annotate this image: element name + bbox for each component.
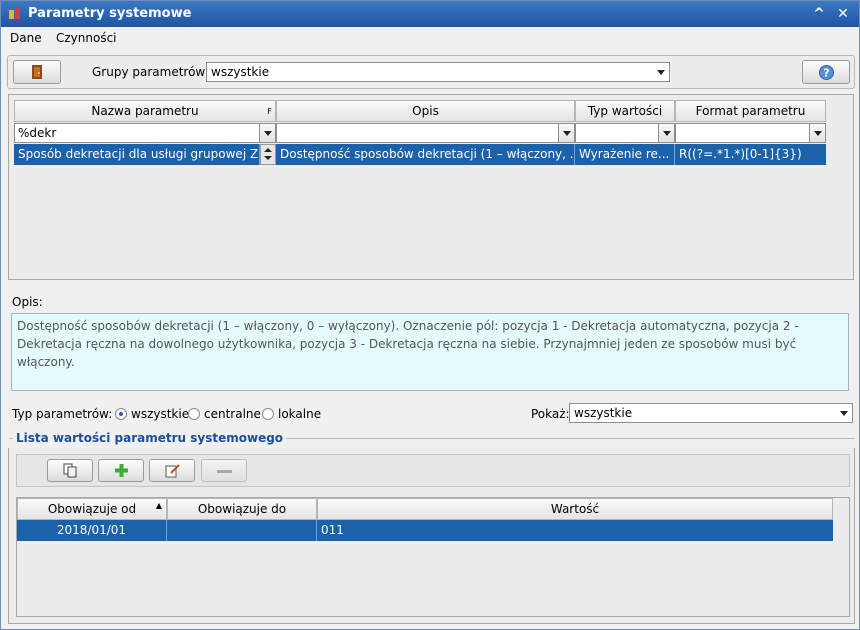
help-button[interactable]: ? bbox=[802, 60, 850, 84]
toolbar: Grupy parametrów: wszystkie ? bbox=[7, 55, 855, 89]
cell-to bbox=[167, 520, 317, 541]
col-header-format[interactable]: Format parametru bbox=[675, 100, 826, 122]
collapse-icon[interactable]: ^ bbox=[809, 4, 829, 24]
col-header-value[interactable]: Wartość bbox=[317, 498, 833, 520]
plus-icon bbox=[115, 464, 128, 477]
menu-czynnosci[interactable]: Czynności bbox=[56, 31, 117, 45]
groups-value: wszystkie bbox=[211, 65, 270, 79]
show-select[interactable]: wszystkie bbox=[569, 403, 853, 423]
filter-indicator-icon: F bbox=[267, 107, 272, 116]
col-header-to[interactable]: Obowiązuje do bbox=[167, 498, 317, 520]
cell-from: 2018/01/01 bbox=[17, 520, 167, 541]
radio-centralne-label: centralne bbox=[204, 407, 261, 421]
opis-text: Dostępność sposobów dekretacji (1 – włąc… bbox=[11, 313, 849, 391]
edit-icon bbox=[165, 464, 180, 478]
cell-name: Sposób dekretacji dla usługi grupowej Z1 bbox=[14, 144, 260, 165]
add-button[interactable] bbox=[98, 459, 144, 482]
col-header-from[interactable]: Obowiązuje od ▲ bbox=[17, 498, 167, 520]
main-window: Parametry systemowe ^ ✕ Dane Czynności G… bbox=[0, 0, 860, 630]
exit-button[interactable] bbox=[13, 60, 61, 84]
copy-button[interactable] bbox=[47, 459, 93, 482]
cell-format: R((?=.*1.*)[0-1]{3}) bbox=[679, 147, 802, 161]
values-table: Obowiązuje od ▲ Obowiązuje do Wartość 20… bbox=[16, 497, 850, 617]
window-title: Parametry systemowe bbox=[28, 6, 192, 21]
chevron-down-icon bbox=[840, 411, 848, 416]
chevron-down-icon[interactable] bbox=[558, 124, 574, 142]
col-header-name[interactable]: Nazwa parametru F bbox=[14, 100, 276, 122]
filter-type-input[interactable] bbox=[575, 123, 675, 143]
filter-name-value: %dekr bbox=[18, 126, 57, 140]
filter-desc-input[interactable] bbox=[276, 123, 575, 143]
menu-dane[interactable]: Dane bbox=[10, 31, 42, 45]
radio-wszystkie[interactable] bbox=[115, 408, 127, 420]
title-bar[interactable]: Parametry systemowe ^ ✕ bbox=[1, 1, 859, 27]
type-label: Typ parametrów: bbox=[12, 407, 113, 421]
radio-lokalne[interactable] bbox=[262, 408, 274, 420]
show-label: Pokaż: bbox=[531, 407, 570, 421]
remove-button[interactable] bbox=[201, 459, 247, 482]
filter-name-input[interactable]: %dekr bbox=[14, 123, 276, 143]
values-group-title: Lista wartości parametru systemowego bbox=[13, 431, 287, 445]
chevron-down-icon[interactable] bbox=[809, 124, 825, 142]
help-icon: ? bbox=[819, 65, 834, 80]
groups-select[interactable]: wszystkie bbox=[206, 62, 670, 82]
filter-format-input[interactable] bbox=[675, 123, 826, 143]
table-row[interactable]: Sposób dekretacji dla usługi grupowej Z1… bbox=[14, 144, 826, 165]
app-icon bbox=[9, 8, 20, 19]
spin-icon[interactable] bbox=[260, 144, 276, 165]
sort-asc-icon: ▲ bbox=[155, 501, 162, 510]
svg-text:?: ? bbox=[823, 67, 829, 80]
cell-type: Wyrażenie re... bbox=[575, 144, 675, 165]
chevron-down-icon bbox=[657, 70, 665, 75]
params-grid-panel: Nazwa parametru F Opis Typ wartości Form… bbox=[8, 94, 854, 280]
col-header-type[interactable]: Typ wartości bbox=[575, 100, 675, 122]
cell-desc: Dostępność sposobów dekretacji (1 – włąc… bbox=[276, 144, 575, 165]
values-panel: Obowiązuje od ▲ Obowiązuje do Wartość 20… bbox=[8, 448, 855, 624]
opis-label: Opis: bbox=[12, 295, 43, 309]
radio-wszystkie-label: wszystkie bbox=[131, 407, 190, 421]
col-header-desc[interactable]: Opis bbox=[276, 100, 575, 122]
close-icon[interactable]: ✕ bbox=[833, 4, 853, 24]
groups-label: Grupy parametrów: bbox=[92, 65, 209, 79]
cell-value: 011 bbox=[321, 523, 344, 537]
radio-lokalne-label: lokalne bbox=[278, 407, 322, 421]
show-value: wszystkie bbox=[574, 406, 633, 420]
door-icon bbox=[32, 65, 42, 79]
chevron-down-icon[interactable] bbox=[658, 124, 674, 142]
chevron-down-icon[interactable] bbox=[259, 124, 275, 142]
values-toolbar bbox=[16, 454, 850, 487]
edit-button[interactable] bbox=[149, 459, 195, 482]
table-row[interactable]: 2018/01/01 011 bbox=[17, 520, 833, 541]
menu-bar: Dane Czynności bbox=[1, 27, 859, 49]
copy-icon bbox=[63, 463, 77, 478]
minus-icon bbox=[217, 470, 232, 473]
radio-centralne[interactable] bbox=[188, 408, 200, 420]
